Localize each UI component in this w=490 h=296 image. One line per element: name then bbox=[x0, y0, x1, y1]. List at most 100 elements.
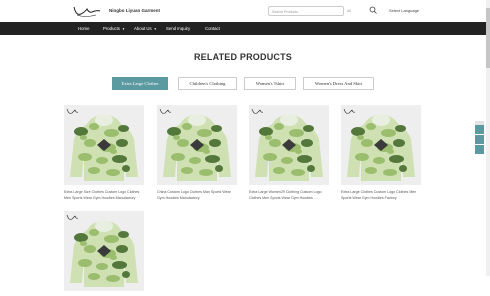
camo-patch bbox=[74, 233, 88, 242]
camo-patch bbox=[122, 165, 130, 172]
camo-patch bbox=[265, 135, 272, 140]
brand-watermark bbox=[251, 108, 264, 114]
camo-patch bbox=[295, 149, 302, 154]
side-mail-icon[interactable] bbox=[475, 135, 484, 144]
product-image[interactable] bbox=[64, 211, 144, 291]
scrollbar-thumb[interactable] bbox=[486, 8, 490, 68]
brand-logo[interactable] bbox=[72, 3, 102, 19]
search-input[interactable] bbox=[272, 8, 322, 15]
product-caption[interactable]: Extra Large Women29 Clothing Custom Logo… bbox=[249, 189, 329, 201]
camo-patch bbox=[171, 153, 185, 161]
nav-item-about[interactable]: About Us ▼ bbox=[134, 26, 157, 31]
camo-patch bbox=[357, 135, 364, 140]
nav-item-contact[interactable]: Contact bbox=[205, 26, 220, 31]
camo-patch bbox=[303, 125, 314, 132]
camo-patch bbox=[189, 157, 201, 164]
camo-patch bbox=[80, 241, 87, 246]
search-select[interactable]: All bbox=[347, 9, 351, 13]
camo-patch bbox=[203, 149, 210, 154]
camo-patch bbox=[167, 127, 181, 136]
camo-patch bbox=[281, 157, 293, 164]
camo-patch bbox=[395, 125, 406, 132]
hood-opening bbox=[95, 114, 113, 126]
camo-patch bbox=[96, 157, 108, 164]
product-caption[interactable]: Extra Large Clothes Custom Logo Clothes … bbox=[341, 189, 421, 201]
camo-patch bbox=[387, 149, 394, 154]
product-caption[interactable]: Extra Large Size Clothes Custom Logo Clo… bbox=[64, 189, 144, 201]
camo-patch bbox=[84, 139, 96, 147]
tab-extra-large-clothes[interactable]: Extra Large Clothes bbox=[112, 77, 168, 90]
camo-patch bbox=[88, 167, 100, 174]
hoodie-image bbox=[159, 108, 231, 181]
camo-patch bbox=[110, 149, 117, 154]
hoodie-image bbox=[343, 108, 415, 181]
hoodie-image bbox=[66, 214, 138, 287]
tab-childrens-clothing[interactable]: Children's Clothing bbox=[178, 77, 237, 90]
brand-watermark bbox=[159, 108, 172, 114]
product-image[interactable] bbox=[64, 105, 144, 185]
camo-patch bbox=[263, 153, 277, 161]
camo-patch bbox=[297, 155, 312, 163]
hood-opening bbox=[280, 114, 298, 126]
camo-patch bbox=[177, 139, 189, 147]
camo-patch bbox=[289, 129, 304, 137]
camo-patch bbox=[110, 255, 117, 260]
brand-watermark bbox=[66, 108, 79, 114]
chevron-down-icon: ▼ bbox=[153, 27, 157, 31]
nav-item-products[interactable]: Products ▼ bbox=[103, 26, 125, 31]
brand-watermark bbox=[66, 214, 79, 220]
camo-patch bbox=[78, 259, 92, 267]
tab-womens-tshirt[interactable]: Women's Tshirt bbox=[244, 77, 296, 90]
camo-patch bbox=[78, 153, 92, 161]
product-image[interactable] bbox=[341, 105, 421, 185]
camo-patch bbox=[122, 271, 130, 278]
camo-patch bbox=[373, 157, 385, 164]
camo-patch bbox=[301, 139, 313, 147]
tab-womens-dress-and-skirt[interactable]: Women's Dress And Skirt bbox=[303, 77, 374, 90]
camo-patch bbox=[106, 275, 120, 282]
nav-item-home[interactable]: Home bbox=[78, 26, 89, 31]
language-select[interactable]: Select Language bbox=[389, 8, 419, 13]
camo-patch bbox=[74, 127, 88, 136]
product-image[interactable] bbox=[249, 105, 329, 185]
search-box bbox=[268, 6, 344, 16]
chevron-down-icon: ▼ bbox=[121, 27, 125, 31]
camo-patch bbox=[273, 167, 285, 174]
company-name: Ningbo Liyuan Garment bbox=[109, 8, 161, 13]
camo-patch bbox=[104, 235, 119, 243]
search-icon[interactable] bbox=[368, 5, 378, 16]
main-nav: Home Products ▼ About Us ▼ Send Inquiry Co… bbox=[0, 22, 486, 35]
camo-patch bbox=[211, 125, 222, 132]
camo-patch bbox=[116, 139, 128, 147]
camo-patch bbox=[351, 127, 365, 136]
camo-patch bbox=[269, 139, 281, 147]
hoodie-image bbox=[251, 108, 323, 181]
side-chat-icon[interactable] bbox=[475, 125, 484, 134]
camo-patch bbox=[383, 169, 397, 176]
camo-patch bbox=[112, 155, 127, 163]
product-image[interactable] bbox=[157, 105, 237, 185]
brand-watermark bbox=[343, 108, 356, 114]
camo-patch bbox=[381, 129, 396, 137]
camo-patch bbox=[389, 155, 404, 163]
camo-patch bbox=[116, 245, 128, 253]
camo-patch bbox=[181, 167, 193, 174]
section-title: RELATED PRODUCTS bbox=[193, 52, 293, 62]
camo-patch bbox=[96, 263, 108, 270]
product-caption[interactable]: China Custom Logo Clothes Man Sports Wea… bbox=[157, 189, 237, 201]
camo-patch bbox=[365, 167, 377, 174]
camo-patch bbox=[118, 231, 129, 238]
site-header: Ningbo Liyuan Garment All Select Languag… bbox=[0, 0, 486, 22]
camo-patch bbox=[259, 127, 273, 136]
camo-patch bbox=[209, 139, 221, 147]
hood-opening bbox=[95, 220, 113, 232]
hoodie-image bbox=[66, 108, 138, 181]
camo-patch bbox=[88, 273, 100, 280]
side-top-icon[interactable] bbox=[475, 145, 484, 154]
camo-patch bbox=[205, 155, 220, 163]
camo-patch bbox=[80, 135, 87, 140]
camo-patch bbox=[291, 169, 305, 176]
camo-patch bbox=[106, 169, 120, 176]
hood-opening bbox=[372, 114, 390, 126]
nav-item-send-inquiry[interactable]: Send Inquiry bbox=[166, 26, 190, 31]
